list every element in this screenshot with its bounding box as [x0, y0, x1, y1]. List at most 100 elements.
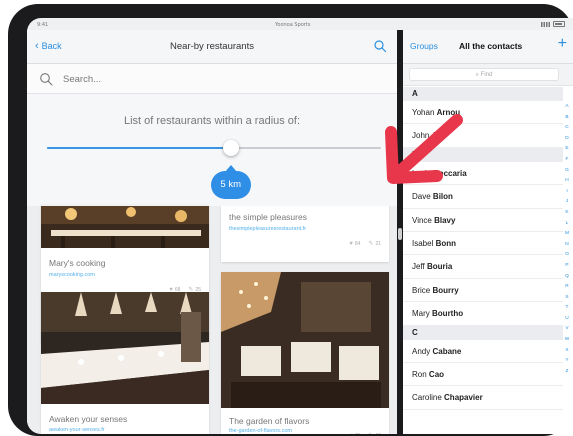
heart-icon: ♥	[349, 433, 353, 435]
contact-row[interactable]: Jeff Bouria	[403, 255, 563, 279]
index-letter[interactable]: C	[565, 123, 568, 134]
find-bar: ⌕ Find	[403, 64, 573, 86]
contacts-panel: Groups All the contacts + ⌕ Find A Yohan …	[403, 30, 573, 434]
index-letter[interactable]: L	[566, 219, 569, 230]
index-letter[interactable]: Y	[565, 356, 568, 367]
index-letter[interactable]: K	[565, 208, 568, 219]
restaurant-name: The garden of flavors	[229, 416, 310, 426]
index-letter[interactable]: R	[565, 282, 568, 293]
likes-stat[interactable]: ♥ 84	[349, 241, 360, 247]
contact-last-name: Beccaria	[433, 168, 467, 178]
contact-row[interactable]: John Au	[403, 124, 563, 148]
comments-count: 18	[375, 433, 381, 435]
find-input[interactable]: ⌕ Find	[409, 68, 559, 81]
search-icon	[40, 73, 53, 86]
comments-stat[interactable]: ✎18	[368, 432, 381, 435]
index-letter[interactable]: V	[565, 324, 568, 335]
contact-list: A Yohan Arnou John Au B Lucie Beccaria Dave B…	[403, 87, 563, 410]
index-letter[interactable]: D	[565, 134, 568, 145]
contact-row[interactable]: Yohan Arnou	[403, 101, 563, 125]
contact-row[interactable]: Ron Cao	[403, 363, 563, 387]
page-title: Near-by restaurants	[170, 41, 254, 52]
signal-icon	[541, 21, 550, 27]
contact-row[interactable]: Brice Bourry	[403, 279, 563, 303]
contact-last-name: Blavy	[434, 215, 456, 225]
contact-last-name: Au	[431, 131, 443, 141]
split-handle[interactable]	[398, 228, 402, 240]
contact-last-name: Cabane	[432, 346, 462, 356]
contact-first-name: Andy	[412, 346, 431, 356]
restaurant-card[interactable]: the simple pleasures thesimplepleasuresr…	[221, 204, 389, 262]
radius-slider[interactable]	[47, 138, 381, 158]
status-bar: 9:41 Yoonoa Sports	[27, 18, 573, 30]
restaurant-name: the simple pleasures	[229, 212, 307, 222]
contact-row[interactable]: Andy Cabane	[403, 340, 563, 363]
index-letter[interactable]: P	[565, 261, 568, 272]
contact-first-name: Jeff	[412, 262, 425, 272]
alphabet-index: ABCDEFGHIJKLMNOPQRSTUVWXYZ	[562, 102, 572, 377]
restaurant-photo	[41, 292, 209, 404]
index-letter[interactable]: W	[565, 335, 570, 346]
index-letter[interactable]: U	[565, 314, 568, 325]
heart-icon: ♥	[349, 240, 353, 247]
contact-first-name: Dave	[412, 192, 431, 202]
contact-last-name: Cao	[428, 369, 445, 379]
likes-stat[interactable]: ♥71	[349, 433, 360, 435]
index-letter[interactable]: N	[565, 240, 568, 251]
search-bar[interactable]	[27, 64, 397, 94]
index-letter[interactable]: I	[566, 187, 567, 198]
contact-row[interactable]: Lucie Beccaria	[403, 162, 563, 186]
index-letter[interactable]: O	[565, 250, 569, 261]
restaurant-link[interactable]: awaken-your-senses.fr	[49, 427, 105, 433]
index-letter[interactable]: S	[565, 293, 568, 304]
index-letter[interactable]: A	[565, 102, 568, 113]
contact-first-name: Lucie	[412, 168, 432, 178]
status-indicators	[541, 21, 565, 27]
comment-icon: ✎	[368, 432, 373, 434]
contact-last-name: Bouria	[426, 262, 453, 272]
index-letter[interactable]: T	[566, 303, 569, 314]
search-input[interactable]	[63, 71, 383, 87]
contact-last-name: Bilon	[432, 192, 453, 202]
slider-fill	[47, 147, 231, 149]
section-header: A	[403, 87, 563, 101]
index-letter[interactable]: Q	[565, 272, 569, 283]
index-letter[interactable]: H	[565, 176, 568, 187]
restaurant-link[interactable]: thesimplepleasuresrestaurant.fr	[229, 226, 306, 232]
contact-row[interactable]: Caroline Chapavier	[403, 386, 563, 410]
battery-icon	[553, 21, 565, 27]
index-letter[interactable]: Z	[566, 367, 569, 378]
index-letter[interactable]: B	[565, 113, 568, 124]
index-letter[interactable]: F	[566, 155, 569, 166]
restaurant-link[interactable]: maryscooking.com	[49, 272, 95, 278]
index-letter[interactable]: X	[565, 346, 568, 357]
contact-first-name: Mary	[412, 309, 430, 319]
contact-row[interactable]: Vince Blavy	[403, 209, 563, 232]
index-letter[interactable]: M	[565, 229, 569, 240]
contacts-title: All the contacts	[459, 41, 523, 51]
restaurant-stats: ♥71 ✎18	[349, 432, 381, 435]
status-time: 9:41	[37, 22, 49, 28]
restaurant-stats: ♥ 84 ✎ 21	[349, 240, 381, 248]
restaurant-card[interactable]: The garden of flavors the-garden-of-flav…	[221, 272, 389, 434]
groups-button[interactable]: Groups	[410, 41, 438, 51]
index-letter[interactable]: E	[565, 144, 568, 155]
search-icon[interactable]	[373, 39, 387, 53]
add-icon[interactable]: +	[558, 36, 567, 52]
restaurant-photo	[221, 272, 389, 408]
contact-row[interactable]: Isabel Bonn	[403, 232, 563, 256]
restaurant-name: Mary's cooking	[49, 258, 106, 268]
likes-count: 84	[354, 240, 361, 247]
restaurant-name: Awaken your senses	[49, 414, 128, 424]
comments-stat[interactable]: ✎ 21	[368, 240, 381, 248]
contact-last-name: Chapavier	[444, 393, 483, 403]
restaurant-link[interactable]: the-garden-of-flavors.com	[229, 428, 292, 434]
contact-last-name: Bonn	[435, 238, 457, 248]
contact-row[interactable]: Mary Bourtho	[403, 302, 563, 326]
restaurant-card[interactable]: Awaken your senses awaken-your-senses.fr	[41, 292, 209, 434]
contact-row[interactable]: Dave Bilon	[403, 185, 563, 209]
index-letter[interactable]: G	[565, 166, 569, 177]
index-letter[interactable]: J	[566, 197, 568, 208]
tablet-frame: 9:41 Yoonoa Sports ‹ Back Near-by restau…	[8, 4, 573, 436]
slider-thumb[interactable]	[222, 140, 239, 156]
